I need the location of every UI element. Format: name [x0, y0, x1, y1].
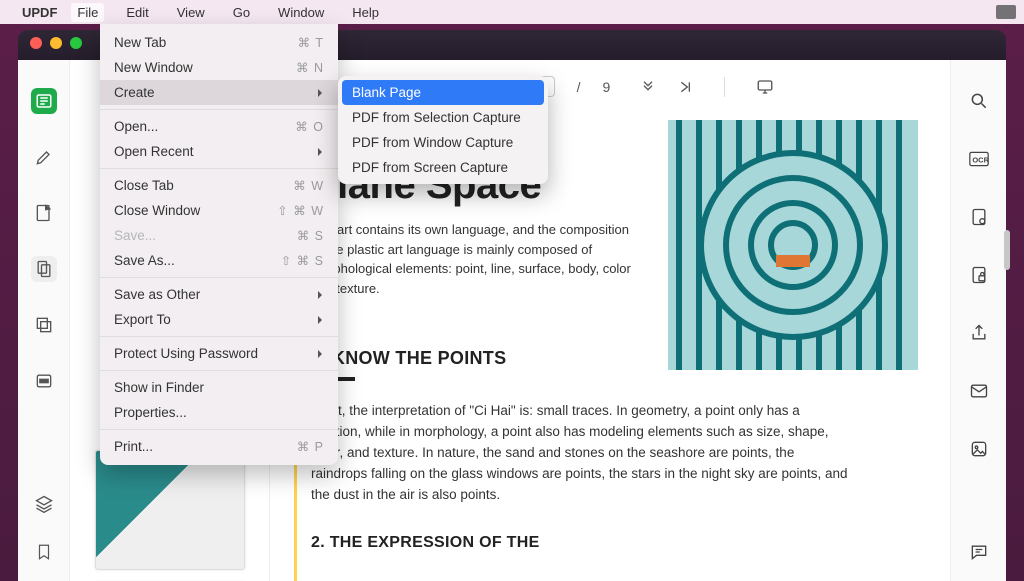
svg-text:OCR: OCR — [972, 155, 989, 164]
doc-paragraph: Point, the interpretation of "Ci Hai" is… — [311, 401, 851, 506]
page-total: 9 — [603, 79, 611, 95]
tray-icon[interactable] — [996, 5, 1016, 19]
file-menu-item[interactable]: Create — [100, 80, 338, 105]
search-icon[interactable] — [966, 88, 992, 114]
left-tool-rail — [18, 60, 70, 581]
menu-help[interactable]: Help — [346, 3, 385, 22]
create-submenu-item[interactable]: PDF from Window Capture — [338, 130, 548, 155]
file-menu-item[interactable]: Save As...⇧ ⌘ S — [100, 248, 338, 273]
menu-edit[interactable]: Edit — [120, 3, 154, 22]
menu-go[interactable]: Go — [227, 3, 256, 22]
toolbar-divider — [724, 77, 725, 97]
file-menu-item[interactable]: New Tab⌘ T — [100, 30, 338, 55]
window-minimize-button[interactable] — [50, 37, 62, 49]
create-submenu-item[interactable]: PDF from Selection Capture — [338, 105, 548, 130]
window-close-button[interactable] — [30, 37, 42, 49]
create-submenu-item[interactable]: Blank Page — [342, 80, 544, 105]
file-menu-item[interactable]: Close Window⇧ ⌘ W — [100, 198, 338, 223]
doc-intro: Any art contains its own language, and t… — [311, 220, 631, 298]
bookmark-icon[interactable] — [31, 539, 57, 565]
file-menu-item: Save...⌘ S — [100, 223, 338, 248]
presentation-icon[interactable] — [755, 78, 775, 96]
share-icon[interactable] — [966, 320, 992, 346]
file-menu-item[interactable]: Save as Other — [100, 282, 338, 307]
menu-window[interactable]: Window — [272, 3, 330, 22]
crop-icon[interactable] — [31, 312, 57, 338]
highlighter-icon[interactable] — [31, 144, 57, 170]
page-image — [668, 120, 918, 370]
right-tool-rail: OCR — [950, 60, 1006, 581]
comment-panel-icon[interactable] — [966, 539, 992, 565]
file-menu-item[interactable]: Show in Finder — [100, 375, 338, 400]
file-menu-dropdown: New Tab⌘ TNew Window⌘ NCreate Open...⌘ OO… — [100, 24, 338, 465]
lock-page-icon[interactable] — [966, 262, 992, 288]
menu-file[interactable]: File — [71, 3, 104, 22]
file-menu-item[interactable]: Open...⌘ O — [100, 114, 338, 139]
redact-icon[interactable] — [31, 368, 57, 394]
create-submenu-item[interactable]: PDF from Screen Capture — [338, 155, 548, 180]
email-icon[interactable] — [966, 378, 992, 404]
export-image-icon[interactable] — [966, 436, 992, 462]
create-submenu: Blank PagePDF from Selection CapturePDF … — [338, 76, 548, 184]
file-menu-item[interactable]: Export To — [100, 307, 338, 332]
app-name[interactable]: UPDF — [22, 5, 57, 20]
file-menu-item[interactable]: New Window⌘ N — [100, 55, 338, 80]
file-menu-item[interactable]: Protect Using Password — [100, 341, 338, 366]
window-zoom-button[interactable] — [70, 37, 82, 49]
file-menu-item[interactable]: Close Tab⌘ W — [100, 173, 338, 198]
scrollbar-thumb[interactable] — [1004, 230, 1010, 270]
next-page-icon[interactable] — [640, 79, 656, 95]
layers-icon[interactable] — [31, 491, 57, 517]
file-menu-item[interactable]: Print...⌘ P — [100, 434, 338, 459]
edit-text-icon[interactable] — [31, 200, 57, 226]
file-menu-item[interactable]: Open Recent — [100, 139, 338, 164]
file-menu-item[interactable]: Properties... — [100, 400, 338, 425]
last-page-icon[interactable] — [678, 79, 694, 95]
macos-menubar: UPDF File Edit View Go Window Help — [0, 0, 1024, 24]
doc-h3: 2. THE EXPRESSION OF THE — [311, 534, 611, 552]
menu-view[interactable]: View — [171, 3, 211, 22]
traffic-lights — [30, 37, 82, 49]
reader-mode-icon[interactable] — [31, 88, 57, 114]
ocr-icon[interactable]: OCR — [966, 146, 992, 172]
page-sep: / — [577, 79, 581, 95]
page-thumbnail[interactable] — [95, 450, 245, 570]
flatten-icon[interactable] — [966, 204, 992, 230]
page-organize-icon[interactable] — [31, 256, 57, 282]
